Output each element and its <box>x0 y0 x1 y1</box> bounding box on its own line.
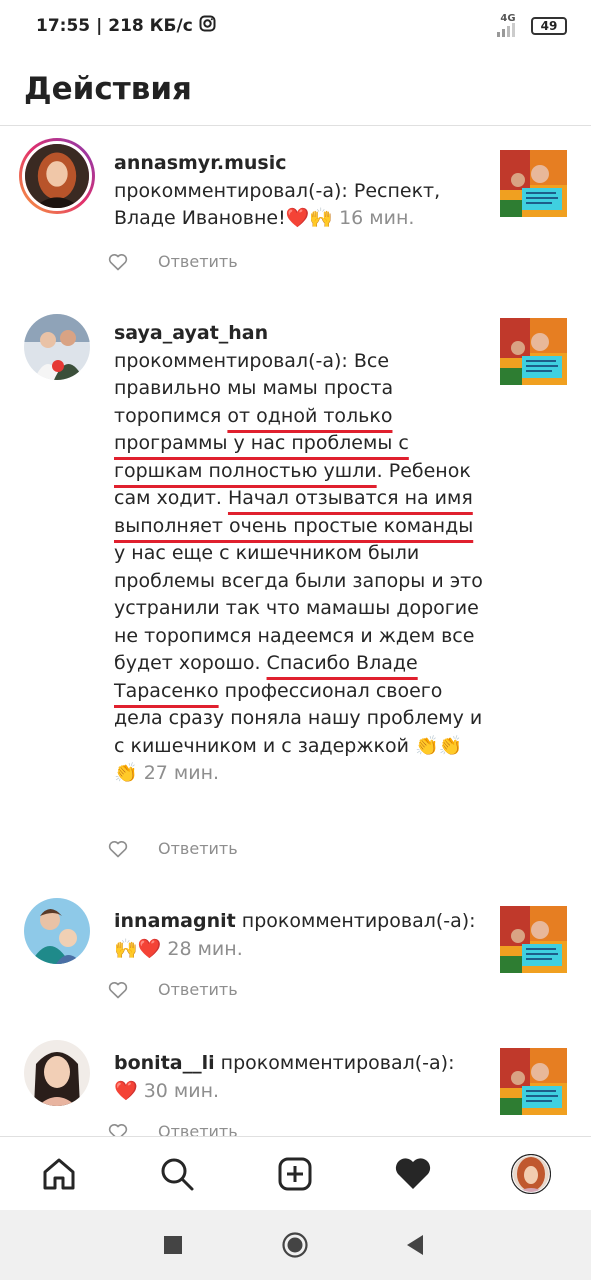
username[interactable]: bonita__li <box>114 1052 215 1074</box>
search-icon[interactable] <box>157 1154 197 1194</box>
signal-icon: 4G <box>495 12 521 39</box>
notification-text: innamagnit прокомментировал(-а): 🙌❤️ 28 … <box>114 908 484 963</box>
status-time: 17:55 <box>36 16 91 36</box>
emoji: ❤️ <box>114 1079 138 1102</box>
comment-actions: Ответить <box>108 980 238 999</box>
recents-square-icon[interactable] <box>160 1232 186 1258</box>
back-triangle-icon[interactable] <box>402 1232 428 1258</box>
time-ago: 30 мин. <box>143 1079 220 1102</box>
comment-actions: Ответить <box>108 1122 238 1136</box>
like-comment-icon[interactable] <box>108 981 128 999</box>
notification-text: saya_ayat_han прокомментировал(-а): Все … <box>114 320 484 788</box>
avatar-innamagnit[interactable] <box>24 898 90 964</box>
time-ago: 28 мин. <box>167 937 243 960</box>
avatar-bonita-li[interactable] <box>24 1040 90 1106</box>
time-ago: 16 мин. <box>339 207 415 229</box>
status-speed: | 218 КБ/с <box>96 16 193 36</box>
create-post-icon[interactable] <box>275 1154 315 1194</box>
activity-heart-icon[interactable] <box>393 1154 433 1194</box>
notification-text: bonita__li прокомментировал(-а): ❤️ 30 м… <box>114 1050 484 1105</box>
like-comment-icon[interactable] <box>108 1123 128 1137</box>
post-thumbnail[interactable] <box>500 906 567 973</box>
reply-button[interactable]: Ответить <box>158 252 238 271</box>
home-circle-icon[interactable] <box>282 1232 308 1258</box>
username[interactable]: innamagnit <box>114 910 236 932</box>
time-ago: 27 мин. <box>143 762 220 784</box>
username[interactable]: saya_ayat_han <box>114 322 268 344</box>
action-text: прокомментировал(-а): <box>241 910 476 932</box>
post-thumbnail[interactable] <box>500 318 567 385</box>
bottom-nav <box>0 1136 591 1210</box>
page-header: Действия <box>0 52 591 126</box>
action-text: прокомментировал(-а): <box>114 349 348 372</box>
avatar-annasmyr[interactable] <box>19 138 95 214</box>
post-thumbnail[interactable] <box>500 1048 567 1115</box>
action-text: прокомментировал(-а): <box>220 1052 455 1074</box>
reply-button[interactable]: Ответить <box>158 980 238 999</box>
reply-button[interactable]: Ответить <box>158 1122 238 1136</box>
battery-icon: 49 <box>531 17 567 35</box>
status-bar: 17:55 | 218 КБ/с 4G 49 <box>0 0 591 52</box>
post-thumbnail[interactable] <box>500 150 567 217</box>
like-comment-icon[interactable] <box>108 840 128 858</box>
activity-feed[interactable]: annasmyr.music прокомментировал(-а): Рес… <box>0 126 591 1136</box>
instagram-icon <box>199 15 216 37</box>
username[interactable]: annasmyr.music <box>114 152 286 174</box>
action-text: прокомментировал(-а): <box>114 179 348 202</box>
emoji: 🙌❤️ <box>114 937 162 960</box>
network-type: 4G <box>500 12 516 24</box>
system-navigation-bar <box>0 1210 591 1280</box>
battery-level: 49 <box>540 19 558 33</box>
home-icon[interactable] <box>39 1154 79 1194</box>
profile-avatar[interactable] <box>511 1154 551 1194</box>
comment-actions: Ответить <box>108 252 238 271</box>
emoji: ❤️🙌 <box>285 207 334 229</box>
avatar-saya-ayat-han[interactable] <box>24 314 90 380</box>
page-title: Действия <box>24 70 192 107</box>
notification-text: annasmyr.music прокомментировал(-а): Рес… <box>114 150 484 233</box>
comment-actions: Ответить <box>108 839 238 858</box>
like-comment-icon[interactable] <box>108 253 128 271</box>
reply-button[interactable]: Ответить <box>158 839 238 858</box>
